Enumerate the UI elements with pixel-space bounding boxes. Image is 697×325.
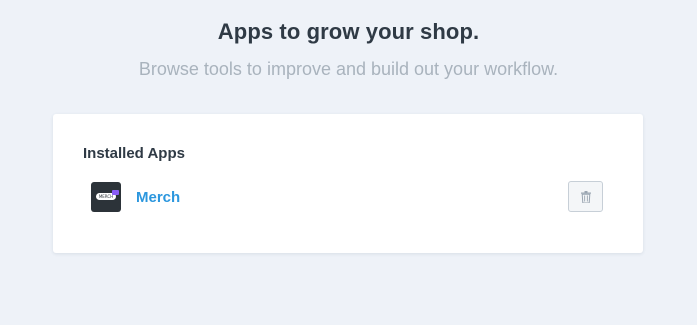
delete-app-button[interactable] (568, 181, 603, 212)
installed-apps-heading: Installed Apps (83, 145, 185, 162)
trash-icon (581, 191, 591, 203)
merch-app-icon[interactable]: MERCH (91, 182, 121, 212)
installed-app-row: MERCH Merch (90, 181, 606, 217)
page-title: Apps to grow your shop. (217, 19, 480, 44)
page-subtitle: Browse tools to improve and build out yo… (138, 59, 559, 79)
app-name-link[interactable]: Merch (136, 189, 180, 206)
installed-apps-card: Installed Apps MERCH Merch (53, 114, 643, 253)
merch-logo-badge (112, 190, 119, 195)
